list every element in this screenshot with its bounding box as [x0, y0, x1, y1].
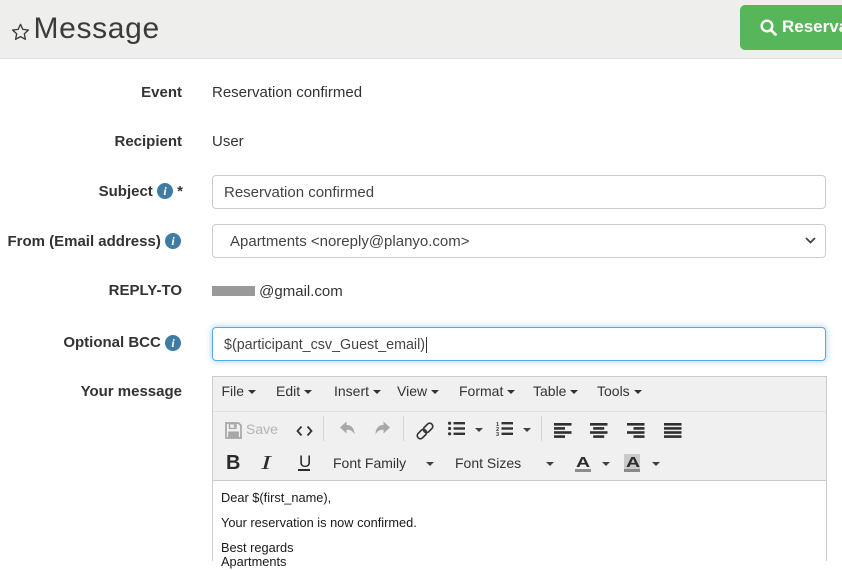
svg-text:3: 3 [496, 432, 499, 436]
